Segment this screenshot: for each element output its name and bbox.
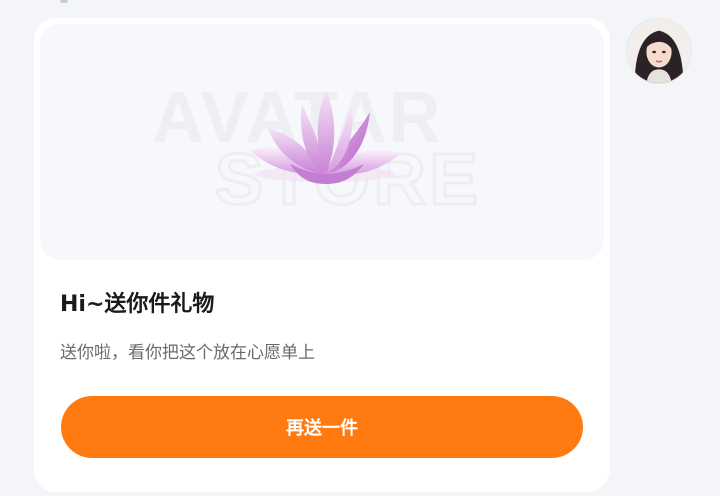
avatar-portrait-icon [627, 19, 691, 83]
card-subtitle: 送你啦，看你把这个放在心愿单上 [60, 343, 315, 363]
gift-message-card[interactable]: AVATAR STORE Hi~送你件礼物 送你啦，看你把这个放在心愿单上 再送… [34, 18, 610, 492]
chat-page: AVATAR STORE Hi~送你件礼物 送你啦，看你把这个放在心愿单上 再送… [0, 0, 720, 496]
send-again-button[interactable]: 再送一件 [61, 396, 583, 458]
gift-image-graphic: AVATAR STORE [152, 78, 479, 222]
card-title: Hi~送你件礼物 [60, 292, 215, 317]
gift-image[interactable]: AVATAR STORE [40, 24, 604, 260]
user-avatar[interactable] [626, 18, 692, 84]
previous-message-remnant [60, 0, 68, 3]
